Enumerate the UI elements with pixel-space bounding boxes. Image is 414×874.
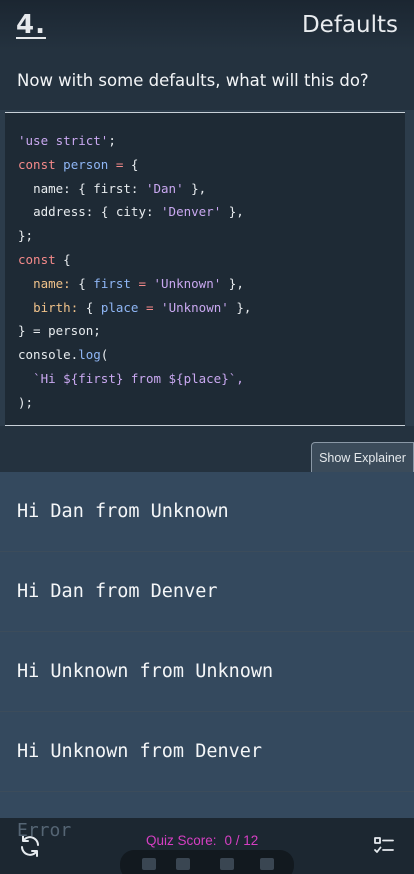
code-line-2: const person = { xyxy=(18,156,139,172)
question-title: Defaults xyxy=(301,12,398,38)
question-header: 4. Defaults xyxy=(0,0,414,50)
nav-dot-icon xyxy=(142,858,156,870)
quiz-score-value: 0 / 12 xyxy=(224,833,259,848)
code-line-12: ); xyxy=(18,394,34,410)
quiz-score-label: Quiz Score: xyxy=(146,833,217,848)
question-number: 4. xyxy=(16,10,46,40)
nav-dot-icon xyxy=(220,858,234,870)
code-line-1: 'use strict'; xyxy=(18,133,116,148)
answer-option-2[interactable]: Hi Dan from Denver xyxy=(0,552,414,632)
quiz-score: Quiz Score: 0 / 12 xyxy=(146,833,258,848)
question-text: Now with some defaults, what will this d… xyxy=(0,50,414,110)
code-line-10: console.log( xyxy=(18,347,109,363)
answer-list: Hi Dan from Unknown Hi Dan from Denver H… xyxy=(0,472,414,838)
question-list-icon[interactable] xyxy=(370,832,398,860)
code-line-11: `Hi ${first} from ${place}`, xyxy=(33,370,244,386)
nav-dot-icon xyxy=(260,858,274,870)
show-explainer-button[interactable]: Show Explainer xyxy=(311,442,414,472)
code-block: 'use strict'; const person = { name: { f… xyxy=(5,112,405,426)
code-line-4: address: { city: 'Denver' }, xyxy=(33,204,244,220)
code-line-6: const { xyxy=(18,251,71,267)
code-line-9: } = person; xyxy=(18,323,101,339)
code-line-7: name: { first = 'Unknown' }, xyxy=(33,275,244,291)
answer-option-3[interactable]: Hi Unknown from Unknown xyxy=(0,632,414,712)
code-line-8: birth: { place = 'Unknown' }, xyxy=(33,299,252,315)
code-line-3: name: { first: 'Dan' }, xyxy=(33,180,207,196)
answer-option-4[interactable]: Hi Unknown from Denver xyxy=(0,712,414,792)
nav-dot-icon xyxy=(176,858,190,870)
answer-option-5[interactable]: Error xyxy=(17,820,71,841)
answer-option-1[interactable]: Hi Dan from Unknown xyxy=(0,472,414,552)
nav-pill xyxy=(120,850,294,874)
code-line-5: }; xyxy=(18,228,34,244)
